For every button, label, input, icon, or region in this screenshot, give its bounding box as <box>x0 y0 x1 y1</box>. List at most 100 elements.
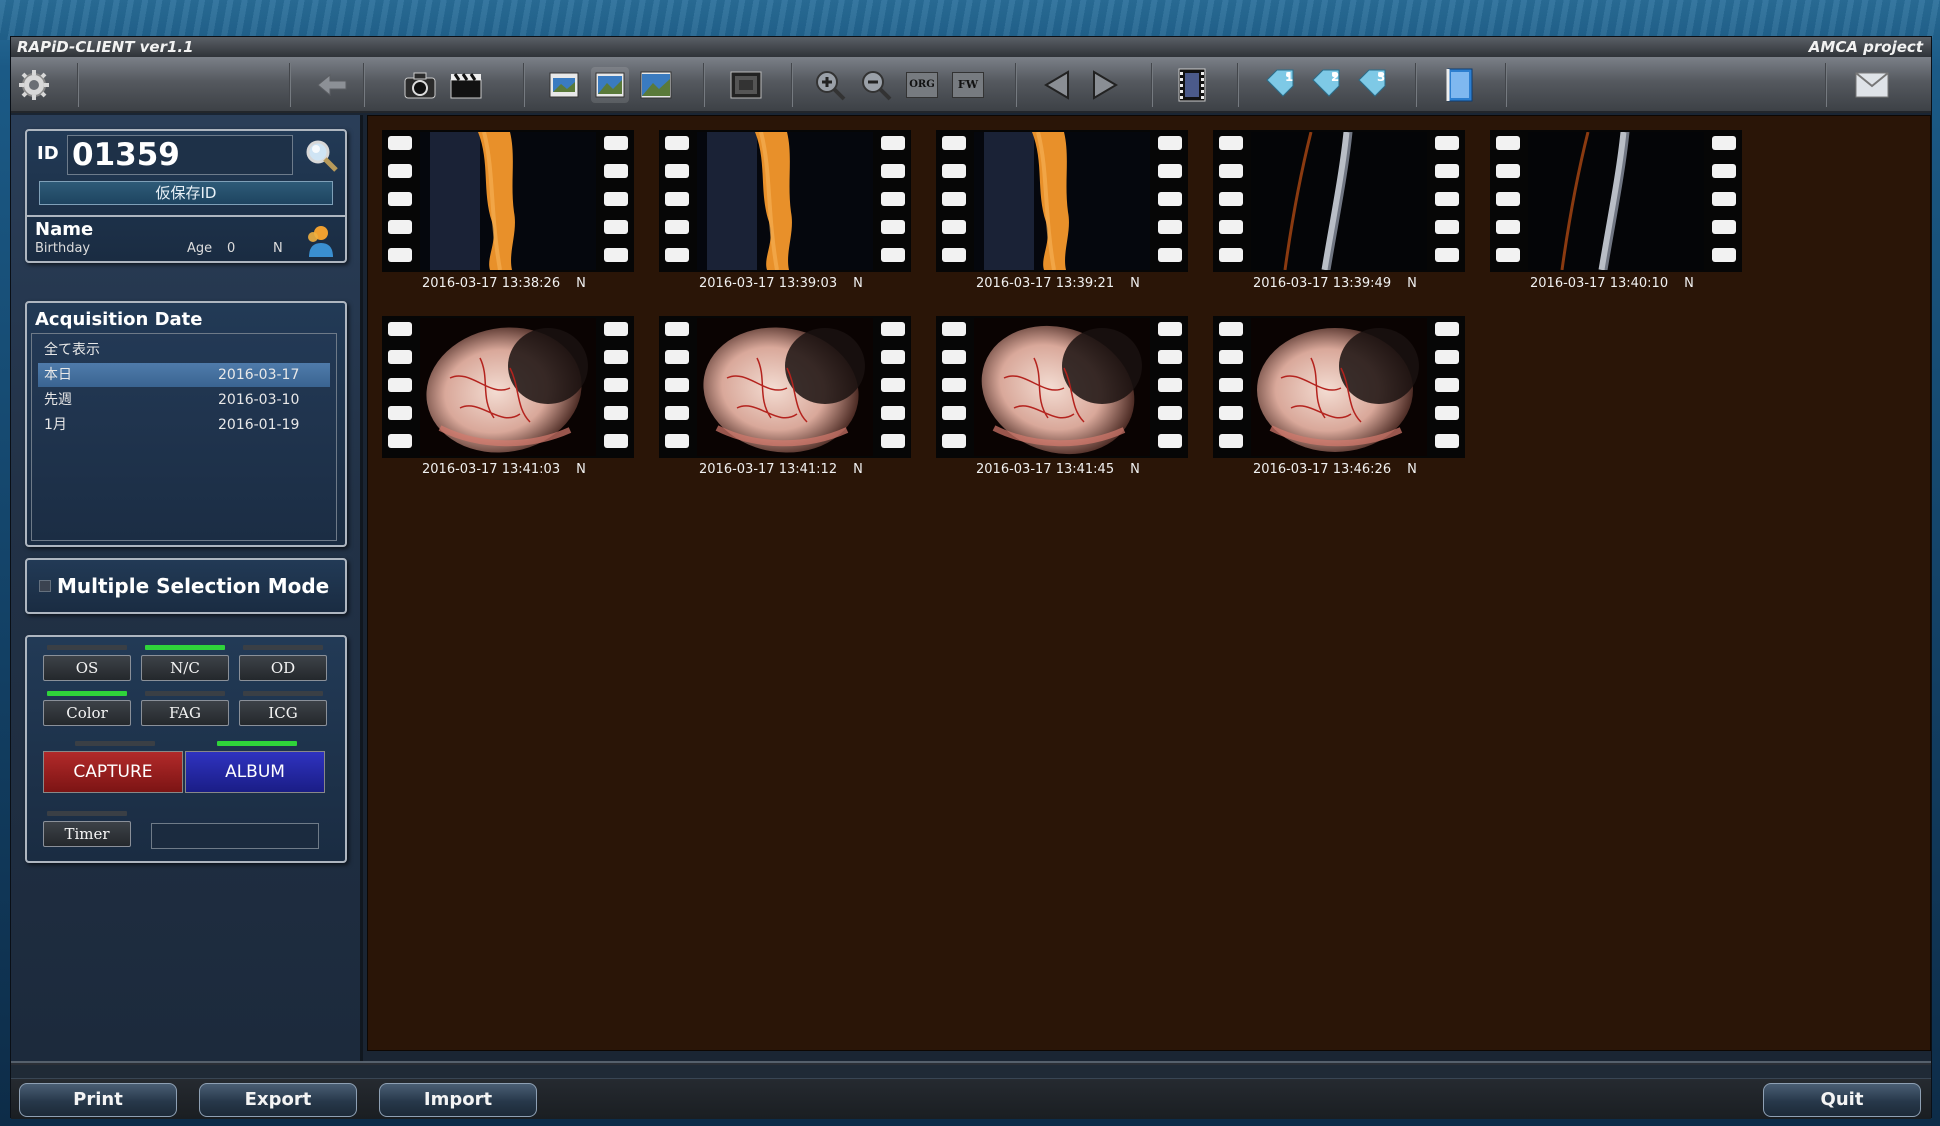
acq-row-today[interactable]: 本日 2016-03-17 <box>38 363 330 387</box>
sex-value: N <box>273 241 283 256</box>
film-perforation <box>388 378 412 392</box>
film-perforation <box>388 220 412 234</box>
thumb-large-button[interactable] <box>637 67 675 103</box>
thumb-small-button[interactable] <box>545 67 583 103</box>
svg-text:3: 3 <box>1377 70 1385 84</box>
film-perforation <box>942 220 966 234</box>
svg-text:2: 2 <box>1331 70 1339 84</box>
export-button[interactable]: Export <box>199 1083 357 1117</box>
gallery-thumbnail[interactable]: 2016-03-17 13:39:49 N <box>1213 130 1465 308</box>
multiple-selection-checkbox[interactable] <box>39 580 51 592</box>
thumbnail-caption: 2016-03-17 13:39:49 N <box>1253 276 1417 291</box>
gallery-thumbnail[interactable]: 2016-03-17 13:40:10 N <box>1490 130 1742 308</box>
gallery-thumbnail[interactable]: 2016-03-17 13:41:45 N <box>936 316 1188 494</box>
gallery-thumbnail[interactable]: 2016-03-17 13:41:12 N <box>659 316 911 494</box>
back-button[interactable] <box>313 67 351 103</box>
album-indicator <box>217 741 297 746</box>
thumbnail-image[interactable] <box>1251 132 1427 270</box>
film-strip <box>659 130 911 272</box>
film-perforation <box>388 322 412 336</box>
thumbnail-image[interactable] <box>1528 132 1704 270</box>
film-perforation <box>665 434 689 448</box>
zoom-in-button[interactable] <box>811 67 849 103</box>
film-perforation <box>881 350 905 364</box>
original-size-button[interactable]: ORG <box>903 67 941 103</box>
nc-button[interactable]: N/C <box>141 655 229 681</box>
film-button[interactable] <box>1173 67 1211 103</box>
gallery-thumbnail[interactable]: 2016-03-17 13:39:03 N <box>659 130 911 308</box>
tag-1-button[interactable]: 1 <box>1261 67 1299 103</box>
camera-button[interactable] <box>401 67 439 103</box>
film-perforation <box>1435 164 1459 178</box>
acq-row-all[interactable]: 全て表示 <box>38 338 330 362</box>
film-perforation <box>1435 248 1459 262</box>
gallery-thumbnail[interactable]: 2016-03-17 13:46:26 N <box>1213 316 1465 494</box>
film-perforation <box>1712 248 1736 262</box>
acq-row-january[interactable]: 1月 2016-01-19 <box>38 413 330 437</box>
film-strip <box>1490 130 1742 272</box>
icg-indicator <box>243 691 323 696</box>
film-strip <box>659 316 911 458</box>
multiple-selection-toggle[interactable]: Multiple Selection Mode <box>25 558 347 614</box>
acquisition-box: Acquisition Date 全て表示 本日 2016-03-17 先週 2… <box>25 301 347 547</box>
thumbnail-image[interactable] <box>1251 318 1427 456</box>
fit-width-button[interactable]: FW <box>949 67 987 103</box>
film-perforation <box>942 406 966 420</box>
search-icon[interactable] <box>303 137 339 173</box>
quit-button[interactable]: Quit <box>1763 1083 1921 1117</box>
os-button[interactable]: OS <box>43 655 131 681</box>
thumbnail-caption: 2016-03-17 13:39:03 N <box>699 276 863 291</box>
thumb-medium-button[interactable] <box>591 67 629 103</box>
album-button[interactable]: ALBUM <box>185 751 325 793</box>
gallery-thumbnail[interactable]: 2016-03-17 13:39:21 N <box>936 130 1188 308</box>
os-indicator <box>47 645 127 650</box>
settings-button[interactable] <box>15 67 53 103</box>
timer-input[interactable] <box>151 823 319 849</box>
thumbnail-image[interactable] <box>420 132 596 270</box>
fag-button[interactable]: FAG <box>141 700 229 726</box>
print-button[interactable]: Print <box>19 1083 177 1117</box>
tag-3-button[interactable]: 3 <box>1353 67 1391 103</box>
patient-id-input[interactable]: 01359 <box>67 135 293 175</box>
film-perforation <box>1219 378 1243 392</box>
color-indicator <box>47 691 127 696</box>
zoom-out-button[interactable] <box>857 67 895 103</box>
thumbnail-image[interactable] <box>697 132 873 270</box>
film-perforation <box>1219 136 1243 150</box>
gallery-thumbnail[interactable]: 2016-03-17 13:41:03 N <box>382 316 634 494</box>
notebook-button[interactable] <box>1441 67 1479 103</box>
od-button[interactable]: OD <box>239 655 327 681</box>
film-strip <box>936 316 1188 458</box>
viewer-button[interactable] <box>727 67 765 103</box>
video-button[interactable] <box>447 67 485 103</box>
thumbnail-image[interactable] <box>974 132 1150 270</box>
person-icon[interactable] <box>301 223 337 259</box>
film-strip <box>1213 130 1465 272</box>
film-perforation <box>1158 434 1182 448</box>
mail-button[interactable] <box>1853 67 1891 103</box>
clapperboard-icon <box>450 73 482 99</box>
image-medium-icon <box>595 72 625 98</box>
thumbnail-image[interactable] <box>420 318 596 456</box>
gallery-thumbnail[interactable]: 2016-03-17 13:38:26 N <box>382 130 634 308</box>
thumbnail-image[interactable] <box>974 318 1150 456</box>
next-button[interactable] <box>1085 67 1123 103</box>
film-perforation <box>1158 350 1182 364</box>
prev-button[interactable] <box>1039 67 1077 103</box>
thumbnail-image[interactable] <box>697 318 873 456</box>
acq-row-last-week[interactable]: 先週 2016-03-10 <box>38 388 330 412</box>
capture-button[interactable]: CAPTURE <box>43 751 183 793</box>
color-button[interactable]: Color <box>43 700 131 726</box>
film-perforation <box>604 406 628 420</box>
icg-button[interactable]: ICG <box>239 700 327 726</box>
import-button[interactable]: Import <box>379 1083 537 1117</box>
tag-2-button[interactable]: 2 <box>1307 67 1345 103</box>
svg-text:1: 1 <box>1285 70 1293 84</box>
timer-button[interactable]: Timer <box>43 821 131 847</box>
film-perforation <box>388 192 412 206</box>
film-perforation <box>1496 220 1520 234</box>
film-strip <box>936 130 1188 272</box>
film-perforation <box>604 192 628 206</box>
temp-save-id-button[interactable]: 仮保存ID <box>39 181 333 205</box>
desktop-background <box>0 0 1940 40</box>
